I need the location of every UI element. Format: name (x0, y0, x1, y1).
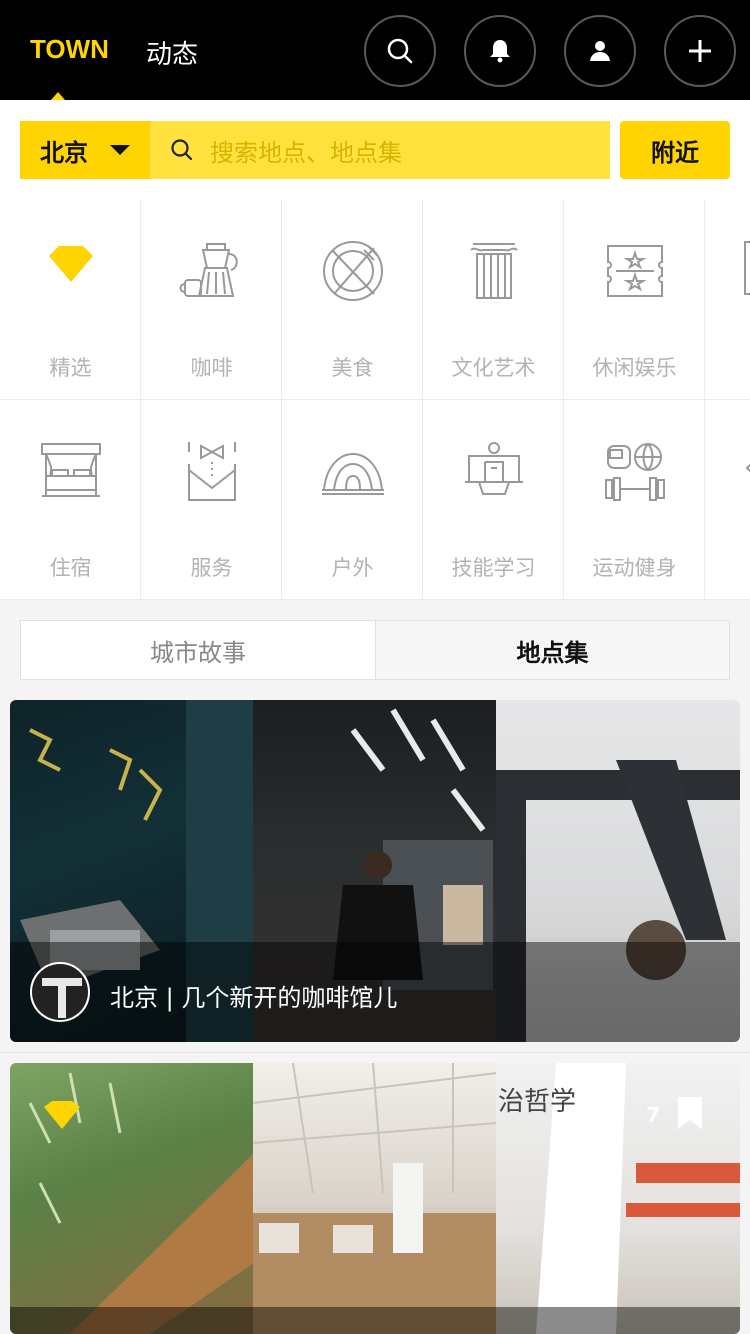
category-label: 咖啡 (190, 356, 233, 380)
search-button[interactable] (364, 15, 436, 87)
caret-down-icon (110, 145, 130, 155)
partial-icon (745, 463, 750, 473)
featured-diamond-icon (44, 1101, 80, 1129)
category-coffee[interactable]: 咖啡 (141, 200, 282, 400)
nearby-button[interactable]: 附近 (620, 121, 730, 179)
profile-button[interactable] (564, 15, 636, 87)
search-input[interactable]: 搜索地点、地点集 (150, 121, 610, 179)
photo-overlay-text: 治哲学 (498, 1087, 577, 1117)
column-icon (469, 243, 518, 299)
content-switcher: 城市故事 地点集 (0, 600, 750, 700)
category-more-partial[interactable] (705, 400, 750, 600)
category-culture-art[interactable]: 文化艺术 (423, 200, 564, 400)
notifications-button[interactable] (464, 15, 536, 87)
category-grid: 精选 咖啡 美食 文化艺术 休闲娱乐 住宿 服务 户外 技能学习 运动健身 (0, 200, 750, 600)
category-featured[interactable]: 精选 (0, 200, 141, 400)
category-label: 技能学习 (451, 556, 536, 580)
city-label: 北京 (40, 138, 88, 167)
cover-photo-3: 治哲学 (496, 1063, 740, 1334)
cover-photo-2 (252, 1063, 498, 1334)
plus-icon (689, 40, 711, 62)
teacher-board-icon (464, 442, 523, 495)
ticket-icon (606, 245, 663, 297)
collection-card[interactable]: 北京 | 几个新开的咖啡馆儿 (10, 700, 740, 1042)
top-bar: TOWN 动态 (0, 0, 750, 100)
partial-icon (744, 241, 750, 295)
search-icon (387, 38, 413, 64)
card-title: 北京 | 几个新开的咖啡馆儿 (110, 984, 398, 1012)
collection-card[interactable]: 治哲学 7 (10, 1063, 740, 1334)
category-label: 运动健身 (592, 556, 677, 580)
category-leisure[interactable]: 休闲娱乐 (564, 200, 705, 400)
category-label: 美食 (331, 356, 374, 380)
coffee-pot-icon (179, 243, 238, 297)
tab-dongtai[interactable]: 动态 (146, 34, 198, 71)
category-lodging[interactable]: 住宿 (0, 400, 141, 600)
category-more-partial[interactable] (705, 200, 750, 400)
search-icon (171, 139, 193, 161)
caption-bar: 北京 | 几个新开的咖啡馆儿 (10, 942, 740, 1042)
plate-cutlery-icon (322, 241, 383, 301)
category-skills[interactable]: 技能学习 (423, 400, 564, 600)
city-selector[interactable]: 北京 (20, 121, 150, 179)
tent-icon (321, 452, 384, 495)
category-label: 服务 (190, 556, 233, 580)
add-button[interactable] (664, 15, 736, 87)
bell-icon (490, 40, 510, 63)
category-sports[interactable]: 运动健身 (564, 400, 705, 600)
sports-icon (604, 443, 665, 501)
search-row: 北京 搜索地点、地点集 附近 (0, 100, 750, 200)
caption-bar (10, 1307, 740, 1334)
category-label: 文化艺术 (451, 356, 536, 380)
active-tab-indicator (51, 92, 65, 100)
category-label: 户外 (331, 556, 374, 580)
suit-bowtie-icon (187, 442, 236, 501)
tab-place-collections[interactable]: 地点集 (375, 620, 730, 680)
category-service[interactable]: 服务 (141, 400, 282, 600)
user-icon (590, 41, 610, 61)
author-avatar[interactable] (30, 962, 90, 1022)
category-outdoor[interactable]: 户外 (282, 400, 423, 600)
category-label: 休闲娱乐 (592, 356, 677, 380)
card-divider (0, 1052, 750, 1053)
bed-icon (40, 443, 101, 497)
save-count: 7 (646, 1103, 660, 1127)
tab-town[interactable]: TOWN (30, 34, 109, 65)
diamond-icon (48, 246, 93, 282)
category-food[interactable]: 美食 (282, 200, 423, 400)
photo-detail (252, 1063, 498, 1334)
search-placeholder: 搜索地点、地点集 (210, 138, 402, 167)
category-label: 住宿 (49, 556, 92, 580)
tab-city-stories[interactable]: 城市故事 (20, 620, 376, 680)
category-label: 精选 (49, 356, 92, 380)
